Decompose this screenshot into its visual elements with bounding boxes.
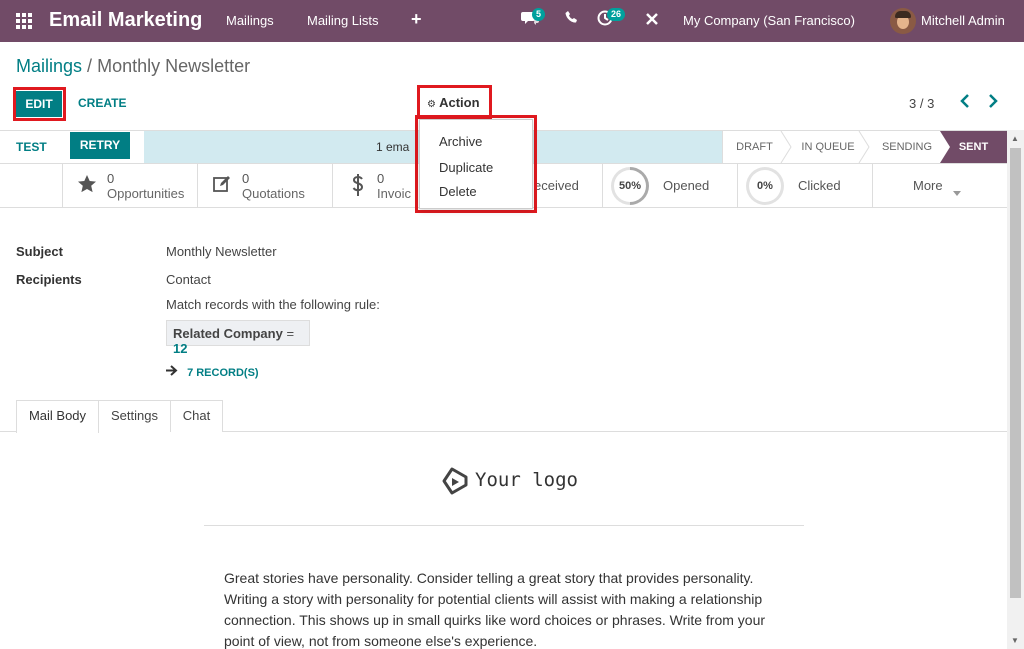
debug-tools-icon[interactable]	[645, 12, 659, 29]
action-dropdown-menu: Archive Duplicate Delete	[419, 119, 533, 209]
more-button[interactable]: More	[872, 164, 1007, 207]
apps-menu-icon[interactable]	[16, 13, 32, 29]
mail-divider	[204, 525, 804, 526]
breadcrumb: Mailings / Monthly Newsletter	[16, 56, 250, 77]
notebook-tabs: Mail Body Settings Chat	[0, 399, 1007, 433]
test-button[interactable]: TEST	[16, 140, 47, 154]
retry-button[interactable]: RETRY	[70, 132, 130, 159]
stage-sending[interactable]: SENDING	[872, 131, 942, 163]
recipients-value: Contact	[166, 272, 211, 287]
recipients-label: Recipients	[16, 272, 82, 287]
edit-icon	[212, 174, 232, 200]
app-title[interactable]: Email Marketing	[49, 9, 202, 32]
info-banner-text: 1 ema	[376, 140, 410, 154]
menu-item-duplicate[interactable]: Duplicate	[439, 160, 493, 175]
scroll-down-icon[interactable]: ▼	[1011, 636, 1019, 645]
subject-label: Subject	[16, 244, 63, 259]
activities-badge: 26	[607, 8, 626, 21]
breadcrumb-current: Monthly Newsletter	[97, 56, 251, 76]
menu-item-archive[interactable]: Archive	[439, 134, 482, 149]
create-button[interactable]: CREATE	[78, 96, 126, 110]
breadcrumb-separator: /	[87, 56, 93, 76]
rule-description: Match records with the following rule:	[166, 297, 380, 312]
action-button[interactable]: ⚙ Action	[421, 92, 485, 114]
arrow-right-icon	[166, 365, 180, 379]
user-avatar[interactable]	[890, 8, 916, 34]
tab-mail-body[interactable]: Mail Body	[16, 400, 99, 433]
menu-mailing-lists[interactable]: Mailing Lists	[307, 13, 379, 28]
add-menu-icon[interactable]: +	[411, 9, 422, 30]
messages-badge: 5	[532, 8, 546, 21]
subject-value: Monthly Newsletter	[166, 244, 277, 259]
clicked-progress-ring: 0%	[746, 167, 784, 205]
tab-chat[interactable]: Chat	[170, 400, 223, 432]
caret-down-icon	[953, 184, 961, 199]
stage-sent[interactable]: SENT	[940, 131, 1007, 163]
pager-next-icon[interactable]	[988, 93, 998, 112]
action-label: Action	[439, 95, 480, 110]
top-navbar: Email Marketing Mailings Mailing Lists +…	[0, 0, 1024, 42]
company-switcher[interactable]: My Company (San Francisco)	[683, 13, 855, 28]
logo-text: Your logo	[475, 469, 578, 491]
opened-progress-ring: 50%	[611, 167, 649, 205]
scrollbar-thumb[interactable]	[1010, 148, 1021, 598]
vertical-scrollbar[interactable]: ▲ ▼	[1007, 130, 1024, 649]
opportunities-button[interactable]: 0 Opportunities	[62, 164, 197, 207]
tab-settings[interactable]: Settings	[98, 400, 171, 432]
clicked-button[interactable]: 0% Clicked	[737, 164, 872, 207]
stage-arrow	[780, 130, 792, 166]
edit-button[interactable]: EDIT	[16, 91, 62, 117]
opened-button[interactable]: 50% Opened	[602, 164, 737, 207]
phone-icon[interactable]	[565, 10, 579, 27]
pager-previous-icon[interactable]	[960, 93, 970, 112]
scroll-up-icon[interactable]: ▲	[1011, 134, 1019, 143]
menu-mailings[interactable]: Mailings	[226, 13, 274, 28]
quotations-button[interactable]: 0 Quotations	[197, 164, 332, 207]
logo-icon	[442, 467, 470, 495]
records-link[interactable]: 7 RECORD(S)	[166, 365, 259, 379]
breadcrumb-mailings[interactable]: Mailings	[16, 56, 82, 76]
menu-item-delete[interactable]: Delete	[439, 184, 477, 199]
domain-rule-chip: Related Company = 12	[166, 320, 310, 356]
stage-draft[interactable]: DRAFT	[722, 131, 787, 163]
gear-icon: ⚙	[427, 99, 436, 110]
stage-in-queue[interactable]: IN QUEUE	[792, 131, 864, 163]
star-icon	[77, 174, 97, 200]
dollar-icon	[351, 174, 365, 202]
pager-value: 3 / 3	[909, 96, 935, 111]
user-menu[interactable]: Mitchell Admin	[921, 13, 1005, 28]
mail-body-paragraph: Great stories have personality. Consider…	[224, 570, 766, 649]
stage-arrow	[858, 130, 870, 166]
